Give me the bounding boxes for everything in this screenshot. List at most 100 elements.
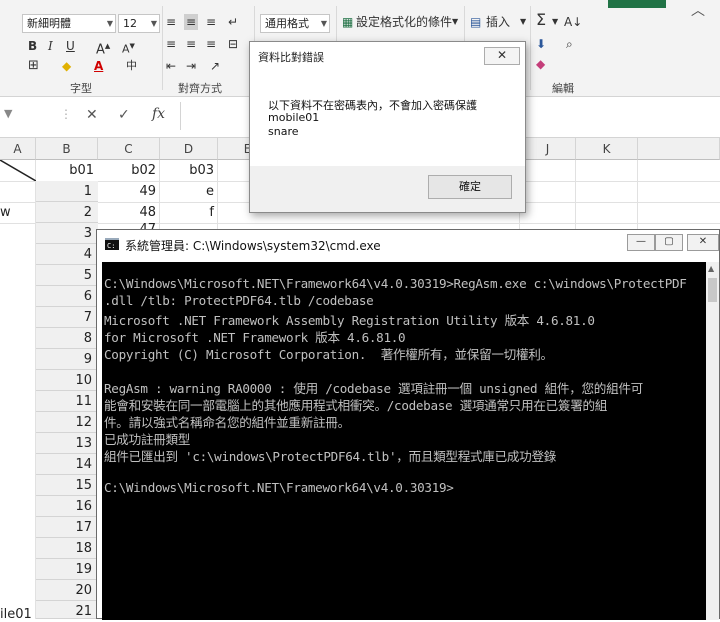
indent-increase-icon[interactable]: ⇥ [186, 58, 196, 74]
chevron-down-icon: ▼ [552, 17, 559, 26]
row-number: 17 [36, 517, 98, 538]
column-header-j[interactable]: J [520, 138, 576, 160]
cell-c-header[interactable]: b02 [98, 160, 160, 181]
ok-button[interactable]: 確定 [428, 175, 512, 199]
row-number: 11 [36, 391, 98, 412]
insert-icon: ▤ [470, 15, 482, 29]
close-icon[interactable]: ✕ [484, 47, 520, 65]
group-alignment-label: 對齊方式 [178, 82, 222, 95]
clear-icon[interactable]: ◆ [536, 56, 545, 72]
cancel-icon[interactable]: ✕ [86, 107, 98, 123]
chevron-down-icon: ▼ [320, 19, 327, 28]
mismatch-dialog: 資料比對錯誤 ✕ 以下資料不在密碼表內，不會加入密碼保護 mobile01 sn… [249, 41, 526, 213]
gridline [637, 160, 638, 230]
column-header-k[interactable]: K [576, 138, 638, 160]
maximize-icon[interactable]: ▢ [655, 234, 683, 251]
font-grow-button[interactable]: A▲ [96, 38, 110, 58]
row-number: 1 [36, 181, 98, 202]
enter-icon[interactable]: ✓ [118, 107, 130, 123]
cell-d1[interactable]: e [160, 181, 218, 202]
row-number: 6 [36, 286, 98, 307]
column-header-d[interactable]: D [160, 138, 218, 160]
column-header-a[interactable]: A [0, 138, 36, 160]
number-format-combo[interactable]: 通用格式 ▼ [260, 14, 330, 33]
font-shrink-button[interactable]: A▼ [122, 38, 135, 58]
conditional-format-button[interactable]: 設定格式化的條件 [356, 14, 452, 30]
minimize-icon[interactable]: — [627, 234, 655, 251]
align-right-icon[interactable]: ≡ [206, 36, 216, 52]
cell-a2[interactable]: w [0, 202, 36, 223]
chevron-down-icon: ▼ [520, 17, 527, 26]
dialog-title-bar[interactable]: 資料比對錯誤 ✕ [250, 42, 525, 70]
row-number: 7 [36, 307, 98, 328]
border-icon[interactable]: ⊞ [28, 58, 39, 74]
scroll-up-icon[interactable]: ▲ [708, 264, 714, 273]
fill-down-icon[interactable]: ⬇ [536, 36, 546, 52]
align-left-icon[interactable]: ≡ [166, 36, 176, 52]
number-format-value: 通用格式 [265, 17, 309, 30]
console-line: .dll /tlb: ProtectPDF64.tlb /codebase [104, 293, 374, 308]
dialog-body: 以下資料不在密碼表內，不會加入密碼保護 mobile01 snare [250, 70, 525, 167]
align-top-icon[interactable]: ≡ [166, 14, 176, 30]
console-line: 組件已匯出到 'c:\windows\ProtectPDF64.tlb'，而且類… [104, 449, 557, 464]
orientation-icon[interactable]: ↗ [210, 58, 220, 74]
italic-button[interactable]: I [48, 38, 53, 54]
divider [530, 6, 531, 90]
row-number: 10 [36, 370, 98, 391]
align-bottom-icon[interactable]: ≡ [206, 14, 216, 30]
row-number: 13 [36, 433, 98, 454]
cell-d2[interactable]: f [160, 202, 218, 223]
dialog-title: 資料比對錯誤 [258, 51, 324, 64]
merge-icon[interactable]: ⊟ [228, 36, 238, 52]
dialog-item: mobile01 [268, 111, 320, 124]
column-header-b[interactable]: B [36, 138, 98, 160]
align-middle-icon[interactable]: ≡ [184, 14, 199, 30]
row-number: 8 [36, 328, 98, 349]
cell-a-last[interactable]: ile01 [0, 601, 36, 619]
underline-button[interactable]: U [66, 38, 75, 54]
fill-color-icon[interactable]: ◆ [62, 58, 71, 74]
title-bar-fragment [608, 0, 666, 8]
scroll-thumb[interactable] [708, 278, 717, 302]
cmd-title-bar[interactable]: C: 系統管理員: C:\Windows\system32\cmd.exe — … [97, 230, 719, 258]
collapse-ribbon-icon[interactable]: ︿ [676, 0, 720, 19]
row-number: 15 [36, 475, 98, 496]
console-scrollbar[interactable]: ▲ [706, 262, 719, 620]
align-center-icon[interactable]: ≡ [186, 36, 196, 52]
row-number: 20 [36, 580, 98, 601]
font-size-combo[interactable]: 12 ▼ [118, 14, 160, 33]
column-header-c[interactable]: C [98, 138, 160, 160]
console-output[interactable]: C:\Windows\Microsoft.NET\Framework64\v4.… [102, 262, 706, 620]
sort-filter-icon[interactable]: A↓ [564, 14, 582, 30]
bold-button[interactable]: B [28, 38, 37, 54]
dialog-footer: 確定 [250, 166, 525, 212]
phonetic-icon[interactable]: 中 [126, 58, 137, 74]
cmd-title: 系統管理員: C:\Windows\system32\cmd.exe [125, 239, 381, 253]
cell-c2[interactable]: 48 [98, 202, 160, 223]
cell-d-header[interactable]: b03 [160, 160, 218, 181]
conditional-format-icon: ▦ [342, 15, 354, 29]
name-box-arrow-icon[interactable]: ▼ [4, 107, 12, 120]
row-number: 19 [36, 559, 98, 580]
row-number: 5 [36, 265, 98, 286]
cmd-icon: C: [105, 238, 119, 250]
cell-b-header[interactable]: b01 [36, 160, 98, 181]
cell-c1[interactable]: 49 [98, 181, 160, 202]
cmd-window: C: 系統管理員: C:\Windows\system32\cmd.exe — … [96, 229, 720, 620]
close-icon[interactable]: ✕ [687, 234, 719, 251]
group-editing-label: 編輯 [552, 82, 574, 95]
font-name-combo[interactable]: 新細明體 ▼ [22, 14, 116, 33]
fx-icon[interactable]: fx [152, 106, 165, 122]
row-number: 21 [36, 601, 98, 619]
dialog-item: snare [268, 125, 299, 138]
column-header-l [638, 138, 720, 160]
row-number: 2 [36, 202, 98, 223]
console-line: Copyright (C) Microsoft Corporation. 著作權… [104, 347, 553, 362]
insert-button[interactable]: 插入 [486, 14, 510, 30]
font-color-icon[interactable]: A [94, 58, 103, 74]
find-icon[interactable]: ⌕ [566, 36, 573, 52]
chevron-down-icon: ▼ [150, 19, 157, 28]
autosum-button[interactable]: Σ [536, 12, 546, 28]
indent-decrease-icon[interactable]: ⇤ [166, 58, 176, 74]
wrap-text-icon[interactable]: ↵ [228, 14, 238, 30]
